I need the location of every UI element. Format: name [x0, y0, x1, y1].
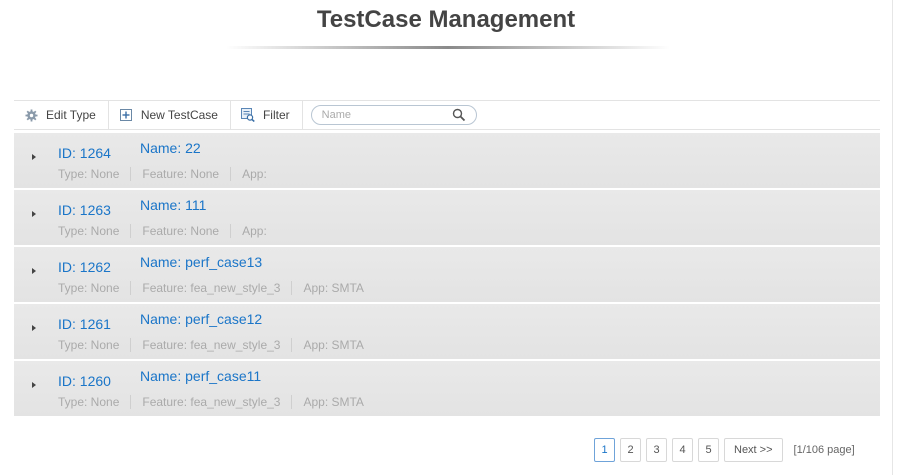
filter-label: Filter	[262, 108, 290, 122]
testcase-id: ID: 1264	[58, 145, 111, 161]
search-icon[interactable]	[452, 108, 466, 122]
edit-type-button[interactable]: Edit Type	[14, 101, 109, 129]
testcase-type: Type: None	[58, 395, 120, 409]
testcase-meta: Type: None Feature: None App:	[58, 167, 267, 181]
testcase-type: Type: None	[58, 224, 120, 238]
meta-divider	[291, 281, 293, 295]
page-button-4[interactable]: 4	[672, 438, 693, 462]
new-testcase-button[interactable]: New TestCase	[109, 101, 231, 129]
testcase-name[interactable]: Name: perf_case13	[140, 254, 262, 270]
testcase-meta: Type: None Feature: fea_new_style_3 App: S…	[58, 281, 364, 295]
next-page-button[interactable]: Next >>	[724, 438, 783, 462]
page-button-2[interactable]: 2	[620, 438, 641, 462]
testcase-id: ID: 1263	[58, 202, 111, 218]
testcase-row[interactable]: ID: 1262 Name: perf_case13 Type: None Fea…	[14, 247, 880, 304]
page-button-3[interactable]: 3	[646, 438, 667, 462]
meta-divider	[130, 281, 132, 295]
testcase-name[interactable]: Name: 22	[140, 140, 201, 156]
meta-divider	[130, 395, 132, 409]
meta-divider	[130, 224, 132, 238]
title-divider	[226, 46, 670, 49]
testcase-row[interactable]: ID: 1260 Name: perf_case11 Type: None Fea…	[14, 361, 880, 418]
testcase-meta: Type: None Feature: fea_new_style_3 App: S…	[58, 338, 364, 352]
testcase-feature: Feature: fea_new_style_3	[142, 281, 281, 295]
testcase-type: Type: None	[58, 281, 120, 295]
testcase-app: App:	[242, 167, 267, 181]
new-testcase-label: New TestCase	[140, 108, 218, 122]
meta-divider	[230, 224, 232, 238]
testcase-feature: Feature: fea_new_style_3	[142, 338, 281, 352]
testcase-row[interactable]: ID: 1264 Name: 22 Type: None Feature: Non…	[14, 133, 880, 190]
pagination: 1 2 3 4 5 Next >> [1/106 page]	[594, 438, 855, 462]
edit-type-label: Edit Type	[46, 108, 96, 122]
testcase-meta: Type: None Feature: None App:	[58, 224, 267, 238]
testcase-feature: Feature: fea_new_style_3	[142, 395, 281, 409]
meta-divider	[130, 338, 132, 352]
toolbar: Edit Type New TestCase Filter	[14, 100, 880, 130]
expand-arrow-icon[interactable]	[32, 268, 36, 274]
testcase-id: ID: 1261	[58, 316, 111, 332]
page-title: TestCase Management	[316, 6, 576, 33]
testcase-feature: Feature: None	[142, 224, 220, 238]
search-box	[310, 105, 477, 125]
testcase-name[interactable]: Name: perf_case11	[140, 368, 261, 384]
expand-arrow-icon[interactable]	[32, 211, 36, 217]
filter-button[interactable]: Filter	[231, 101, 303, 129]
page-button-1[interactable]: 1	[594, 438, 615, 462]
expand-arrow-icon[interactable]	[32, 154, 36, 160]
testcase-name[interactable]: Name: 111	[140, 197, 206, 213]
filter-icon	[240, 108, 255, 122]
right-border	[892, 0, 893, 475]
meta-divider	[230, 167, 232, 181]
testcase-app: App: SMTA	[303, 395, 364, 409]
testcase-type: Type: None	[58, 167, 120, 181]
testcase-id: ID: 1262	[58, 259, 111, 275]
testcase-app: App: SMTA	[303, 281, 364, 295]
testcase-feature: Feature: None	[142, 167, 220, 181]
plus-box-icon	[119, 108, 133, 122]
gear-icon	[24, 108, 38, 122]
testcase-name[interactable]: Name: perf_case12	[140, 311, 262, 327]
page-button-5[interactable]: 5	[698, 438, 719, 462]
search-input[interactable]	[321, 109, 452, 121]
expand-arrow-icon[interactable]	[32, 325, 36, 331]
expand-arrow-icon[interactable]	[32, 382, 36, 388]
testcase-type: Type: None	[58, 338, 120, 352]
testcase-row[interactable]: ID: 1263 Name: 111 Type: None Feature: No…	[14, 190, 880, 247]
meta-divider	[291, 338, 293, 352]
testcase-meta: Type: None Feature: fea_new_style_3 App: S…	[58, 395, 364, 409]
testcase-app: App: SMTA	[303, 338, 364, 352]
meta-divider	[291, 395, 293, 409]
meta-divider	[130, 167, 132, 181]
testcase-app: App:	[242, 224, 267, 238]
testcase-id: ID: 1260	[58, 373, 111, 389]
page-count-info: [1/106 page]	[793, 444, 855, 456]
testcase-list: ID: 1264 Name: 22 Type: None Feature: Non…	[14, 133, 880, 418]
testcase-row[interactable]: ID: 1261 Name: perf_case12 Type: None Fea…	[14, 304, 880, 361]
